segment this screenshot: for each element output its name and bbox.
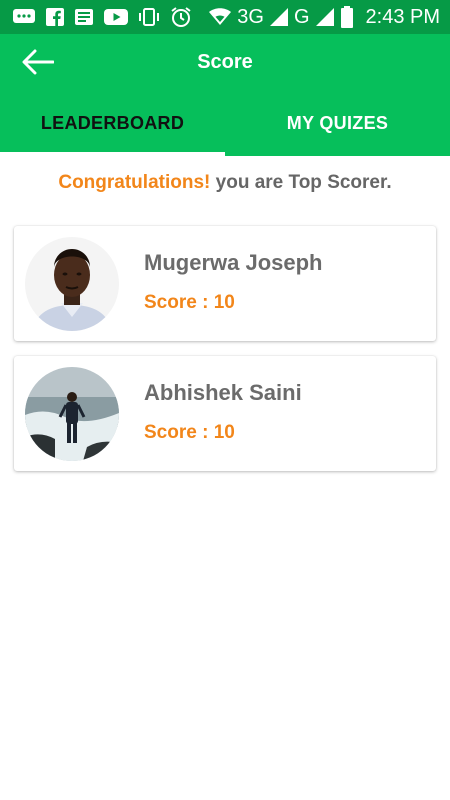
back-button[interactable] [22, 46, 56, 78]
congrats-text: you are Top Scorer. [215, 172, 392, 193]
chat-icon [12, 7, 36, 27]
signal-icon-2 [315, 8, 334, 26]
facebook-icon [46, 8, 64, 26]
wifi-icon [209, 8, 232, 26]
leaderboard-card[interactable]: Abhishek Saini Score : 10 [14, 356, 436, 471]
system-status: 3G G 2:43 PM [209, 6, 440, 29]
news-icon [74, 8, 94, 26]
tab-bar: LEADERBOARD MY QUIZES [0, 90, 450, 156]
alarm-icon [170, 6, 192, 28]
clock: 2:43 PM [365, 5, 440, 28]
avatar [25, 237, 119, 331]
page-title: Score [197, 50, 253, 73]
network-type-label: 3G [237, 5, 264, 28]
player-score: Score : 10 [144, 292, 235, 313]
app-bar: Score [0, 34, 450, 90]
youtube-icon [104, 8, 128, 26]
battery-icon [340, 6, 354, 28]
status-bar: 3G G 2:43 PM [0, 0, 450, 34]
signal-icon [269, 8, 288, 26]
player-name: Mugerwa Joseph [144, 250, 323, 275]
tab-indicator [0, 152, 225, 156]
congrats-banner: Congratulations! you are Top Scorer. [0, 172, 450, 194]
network-type-label-2: G [293, 5, 310, 28]
arrow-left-icon [22, 49, 54, 75]
tab-leaderboard[interactable]: LEADERBOARD [0, 90, 225, 156]
leaderboard-card[interactable]: Mugerwa Joseph Score : 10 [14, 226, 436, 341]
tab-my-quizes[interactable]: MY QUIZES [225, 90, 450, 156]
avatar [25, 367, 119, 461]
player-name: Abhishek Saini [144, 380, 302, 405]
player-score: Score : 10 [144, 422, 235, 443]
congrats-highlight: Congratulations! [58, 172, 211, 193]
vibrate-icon [138, 7, 160, 27]
notification-icons [12, 6, 192, 28]
